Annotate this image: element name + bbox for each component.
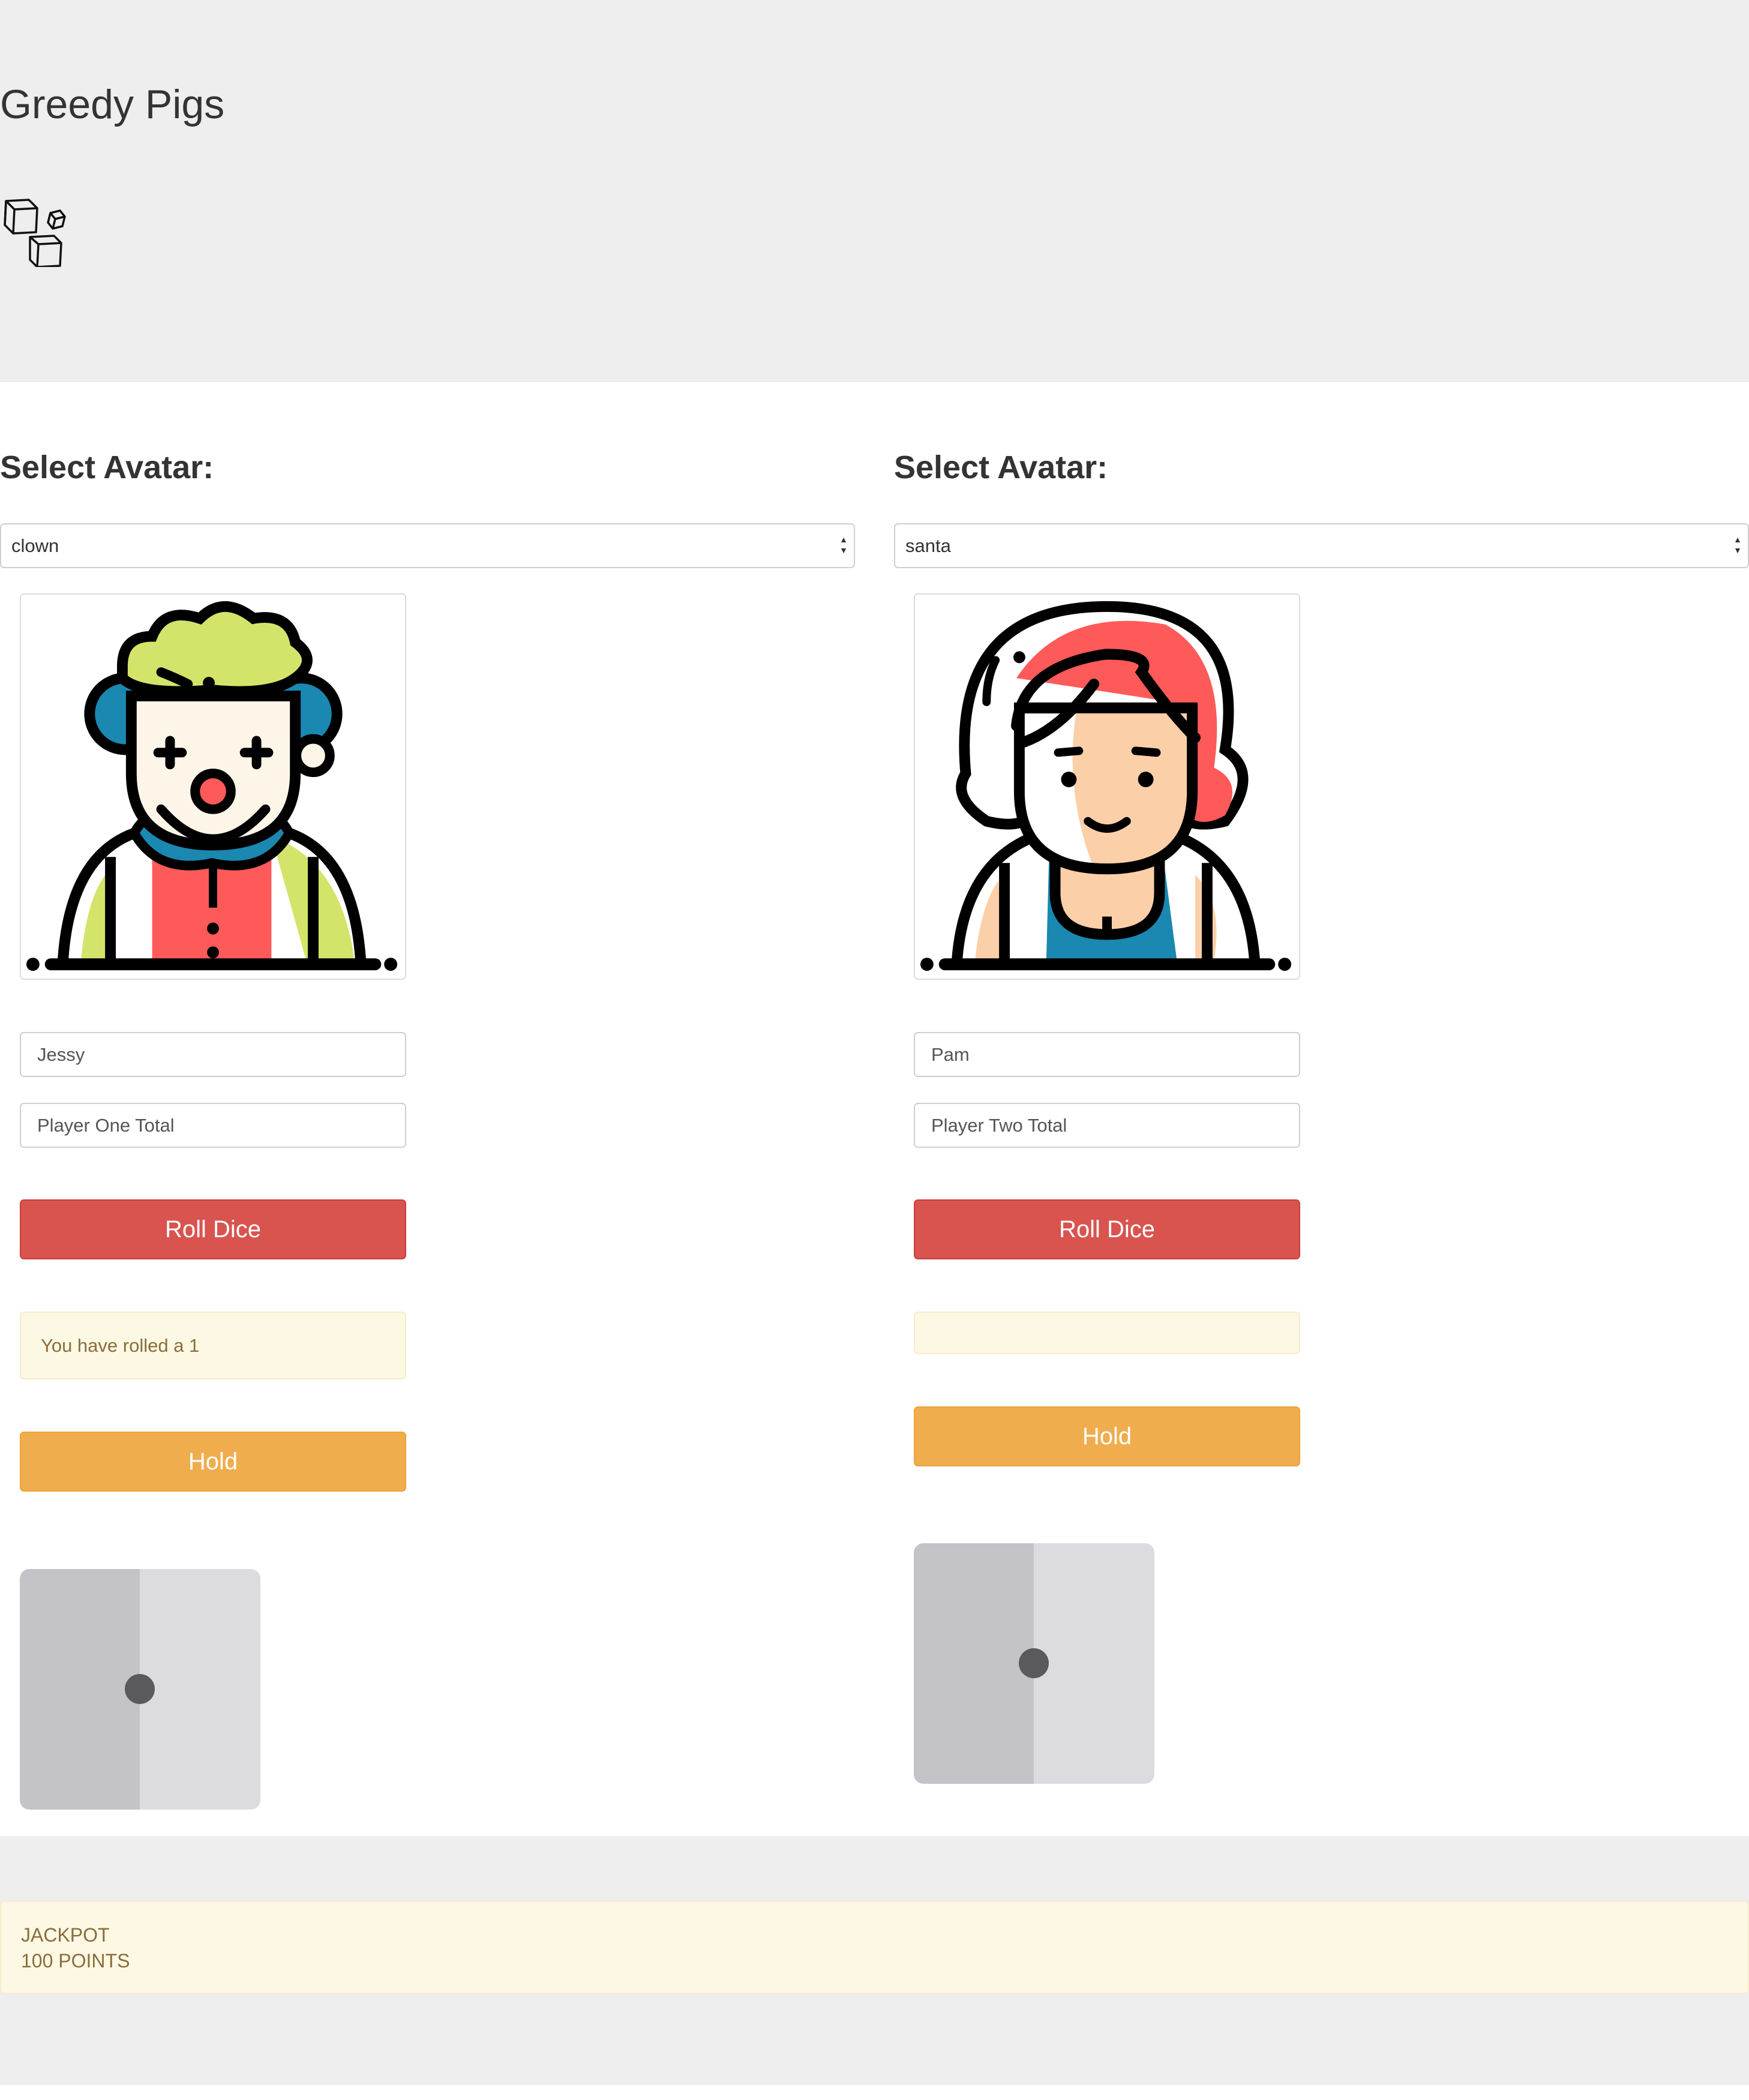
player-one-die [20, 1569, 260, 1810]
player-one-total-input[interactable]: Player One Total [20, 1103, 406, 1148]
player-two-hold-button[interactable]: Hold [914, 1406, 1300, 1466]
jackpot-label: JACKPOT [21, 1924, 110, 1946]
player-one-avatar-heading: Select Avatar: [0, 449, 214, 485]
player-one-hold-button[interactable]: Hold [20, 1432, 406, 1492]
player-two-die [914, 1543, 1154, 1784]
player-one-name-input[interactable]: Jessy [20, 1032, 406, 1077]
clown-avatar-icon [26, 601, 398, 971]
select-arrows-icon: ▲ ▼ [1733, 535, 1742, 555]
header [0, 0, 1749, 382]
woman-avatar-icon [920, 601, 1292, 971]
dice-icon [0, 195, 69, 268]
player-two-total-input[interactable]: Player Two Total [914, 1103, 1300, 1148]
player-two-roll-message [914, 1312, 1300, 1354]
player-two-name-input[interactable]: Pam [914, 1032, 1300, 1077]
player-one-roll-message: You have rolled a 1 [20, 1312, 406, 1379]
die-face-icon [914, 1543, 1154, 1784]
player-two-roll-button[interactable]: Roll Dice [914, 1199, 1300, 1259]
player-one-roll-button[interactable]: Roll Dice [20, 1199, 406, 1259]
player-one-avatar-image [20, 593, 406, 980]
player-two-avatar-select[interactable]: santa ▲ ▼ [894, 523, 1749, 568]
player-two-avatar-select-value: santa [905, 535, 951, 556]
player-one-avatar-select[interactable]: clown ▲ ▼ [0, 523, 855, 568]
player-one-avatar-select-value: clown [11, 535, 59, 556]
jackpot-panel: JACKPOT 100 POINTS [0, 1901, 1749, 1994]
player-two-avatar-heading: Select Avatar: [894, 449, 1108, 485]
select-arrows-icon: ▲ ▼ [839, 535, 848, 555]
jackpot-points: 100 POINTS [21, 1950, 130, 1972]
player-two-avatar-image [914, 593, 1300, 980]
page-title: Greedy Pigs [0, 82, 225, 127]
die-face-icon [20, 1569, 260, 1810]
